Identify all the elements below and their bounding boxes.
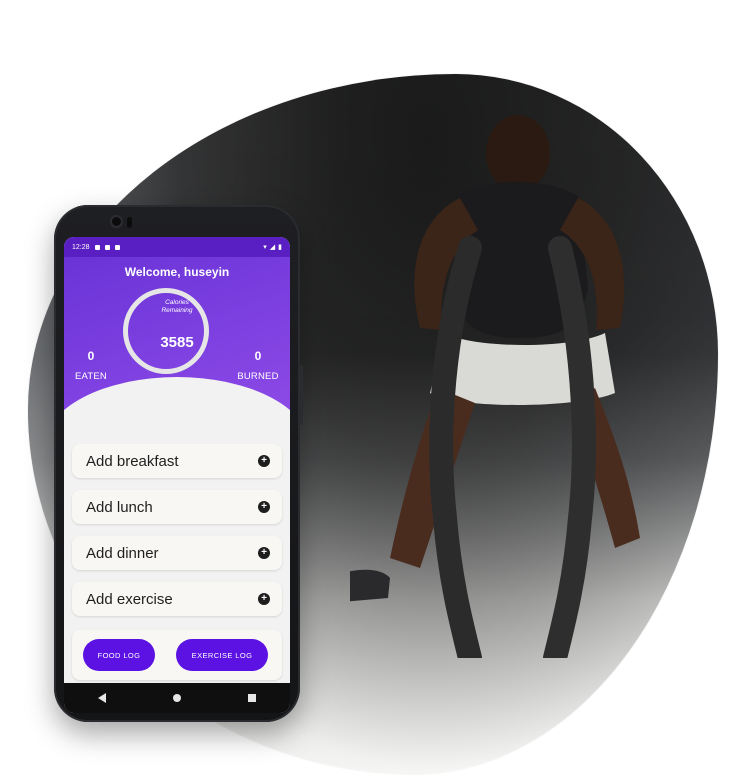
eaten-label: EATEN [75,371,107,382]
notification-icon [104,244,110,250]
plus-circle-icon[interactable]: + [258,455,270,467]
list-item-label: Add breakfast [86,452,179,470]
plus-circle-icon[interactable]: + [258,547,270,559]
burned-stat: 0 BURNED [233,349,283,382]
plus-circle-icon[interactable]: + [258,501,270,513]
add-exercise-row[interactable]: Add exercise + [72,582,282,616]
plus-circle-icon[interactable]: + [258,593,270,605]
eaten-stat: 0 EATEN [66,349,116,382]
phone-frame: 12:28 ▾ ◢ ▮ Welcome, huseyin Calories Re… [54,205,303,722]
status-bar: 12:28 ▾ ◢ ▮ [64,237,290,257]
back-icon[interactable] [97,693,106,703]
wifi-icon: ▾ [263,244,267,251]
food-log-button[interactable]: FOOD LOG [83,639,155,671]
add-dinner-row[interactable]: Add dinner + [72,536,282,570]
eaten-value: 0 [87,349,95,363]
burned-value: 0 [254,349,262,363]
system-nav-bar [64,683,290,713]
welcome-title: Welcome, huseyin [124,265,230,279]
burned-label: BURNED [237,371,279,382]
list-item-label: Add exercise [86,590,173,608]
add-lunch-row[interactable]: Add lunch + [72,490,282,524]
front-camera [112,217,121,226]
recents-icon[interactable] [248,694,257,702]
home-icon[interactable] [172,694,181,702]
power-button [300,365,303,425]
list-item-label: Add lunch [86,498,153,516]
exercise-log-button[interactable]: EXERCISE LOG [176,639,268,671]
calories-remaining-label: Calories Remaining [161,299,193,314]
calories-header: Welcome, huseyin Calories Remaining 3585… [64,257,290,447]
notification-icon [114,244,120,250]
app-screen: 12:28 ▾ ◢ ▮ Welcome, huseyin Calories Re… [64,237,290,713]
add-breakfast-row[interactable]: Add breakfast + [72,444,282,478]
earpiece [127,217,132,228]
log-buttons-card: FOOD LOG EXERCISE LOG [72,630,282,680]
notification-icon [94,244,100,250]
signal-icon: ◢ [269,244,276,251]
list-item-label: Add dinner [86,544,159,562]
battery-icon: ▮ [278,244,282,251]
status-time: 12:28 [72,243,90,251]
meal-list: Add breakfast + Add lunch + Add dinner +… [72,444,282,628]
